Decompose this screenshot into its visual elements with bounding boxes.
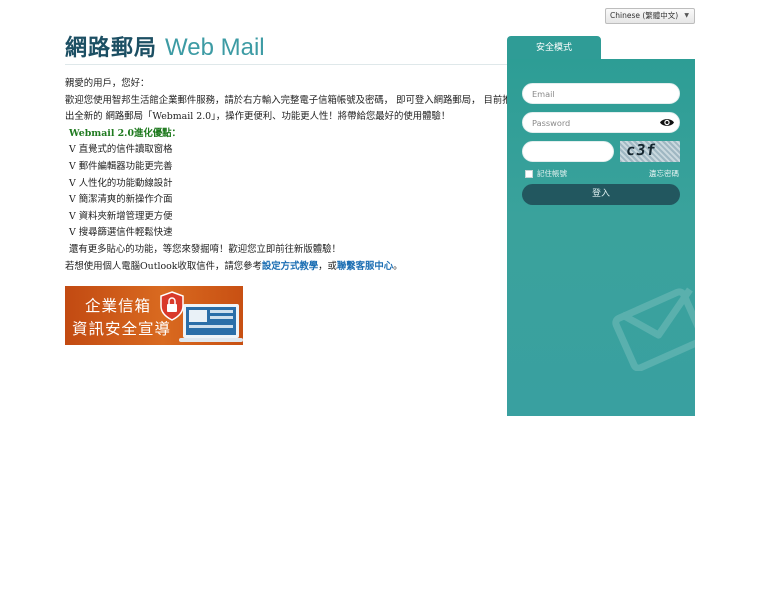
site-logo: 網路郵局 Web Mail [65,30,265,62]
outlook-suffix: 。 [393,260,403,272]
eye-icon[interactable] [659,116,675,129]
feature-item: V 資料夾新增管理更方便 [69,210,173,222]
logo-title-en: Web Mail [165,34,265,61]
forgot-password-link[interactable]: 遺忘密碼 [649,168,679,179]
password-input[interactable] [532,113,679,132]
banner-line-2: 資訊安全宣導 [72,320,172,338]
features-title: Webmail 2.0進化優點： [69,127,181,139]
greeting: 親愛的用戶，您好： [65,78,150,89]
language-select-value: Chinese (繁體中文) [610,11,679,20]
intro-paragraph-line-2: 出全新的 網路郵局「Webmail 2.0」，操作更便利、功能更人性！將帶給您最… [65,111,451,123]
password-field[interactable] [522,112,680,133]
header-divider [65,64,507,65]
intro-text: 親愛的用戶，您好： 歡迎您使用智邦生活館企業郵件服務，請於右方輸入完整電子信箱帳… [65,76,512,276]
captcha-image[interactable]: c3f 18g [620,141,680,162]
feature-item: V 人性化的功能動線設計 [69,177,173,189]
feature-item: V 郵件編輯器功能更完善 [69,160,173,172]
login-panel: c3f 18g 記住帳號 遺忘密碼 登入 [507,59,695,416]
remember-checkbox[interactable] [525,169,533,178]
banner-line-1: 企業信箱 [85,297,152,315]
outlook-mid: ，或 [318,260,337,272]
outlook-prefix: 若想使用個人電腦Outlook收取信件，請您參考 [65,260,262,272]
remember-label: 記住帳號 [537,169,567,178]
envelope-icon [612,287,695,371]
setup-tutorial-link[interactable]: 設定方式教學 [262,261,318,272]
more-features-text: 還有更多貼心的功能，等您來發掘唷！歡迎您立即前往新版體驗！ [69,243,341,255]
customer-service-link[interactable]: 聯繫客服中心 [337,261,393,272]
feature-item: V 搜尋篩選信件輕鬆快速 [69,227,173,239]
captcha-input[interactable] [532,142,613,161]
intro-paragraph-line-1: 歡迎您使用智邦生活館企業郵件服務，請於右方輸入完整電子信箱帳號及密碼， 即可登入… [65,94,512,106]
feature-item: V 簡潔清爽的新操作介面 [69,194,173,206]
feature-item: V 直覺式的信件讀取窗格 [69,144,173,156]
language-select[interactable]: Chinese (繁體中文) ▼ [605,8,695,24]
email-field[interactable] [522,83,680,104]
tab-secure-mode[interactable]: 安全模式 [507,36,601,60]
login-button[interactable]: 登入 [522,184,680,205]
remember-account[interactable]: 記住帳號 [525,168,567,179]
chevron-down-icon: ▼ [684,12,689,19]
logo-title-zh: 網路郵局 [65,35,158,61]
security-awareness-banner[interactable]: 企業信箱 資訊安全宣導 [65,286,243,345]
email-input[interactable] [532,84,679,103]
captcha-field[interactable] [522,141,614,162]
captcha-text: c3f 18g [622,141,658,162]
outlook-help-text: 若想使用個人電腦Outlook收取信件，請您參考設定方式教學，或聯繫客服中心。 [65,259,505,276]
